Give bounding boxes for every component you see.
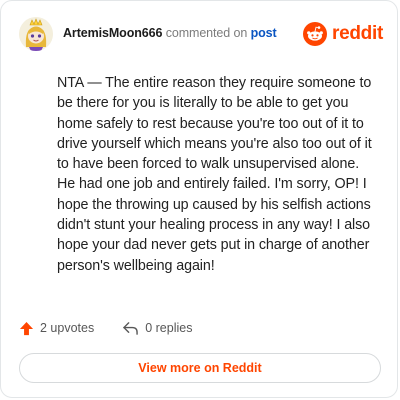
comment-body: NTA — The entire reason they require som… [57, 75, 372, 274]
upvotes-label: 2 upvotes [40, 321, 95, 335]
view-more-button[interactable]: View more on Reddit [19, 353, 381, 383]
reply-arrow-icon [123, 321, 138, 335]
post-link[interactable]: post [251, 26, 277, 40]
reddit-logo-icon [303, 22, 328, 46]
comment-footer: 2 upvotes 0 replies [19, 317, 220, 339]
embedded-comment-card: ArtemisMoon666 commented on post reddit … [0, 0, 398, 398]
comment-header: ArtemisMoon666 commented on post reddit [19, 17, 383, 53]
replies-label: 0 replies [145, 321, 193, 335]
upvote-arrow-icon [19, 321, 34, 335]
brand-wordmark: reddit [332, 23, 383, 44]
snoo-avatar-icon[interactable] [19, 17, 53, 51]
username-link[interactable]: ArtemisMoon666 [63, 26, 162, 40]
byline-verb: commented on [165, 26, 248, 40]
upvotes-stat[interactable]: 2 upvotes [19, 321, 94, 336]
replies-stat[interactable]: 0 replies [122, 321, 192, 336]
comment-byline: ArtemisMoon666 commented on post [63, 26, 277, 40]
reddit-brand[interactable]: reddit [303, 21, 383, 47]
